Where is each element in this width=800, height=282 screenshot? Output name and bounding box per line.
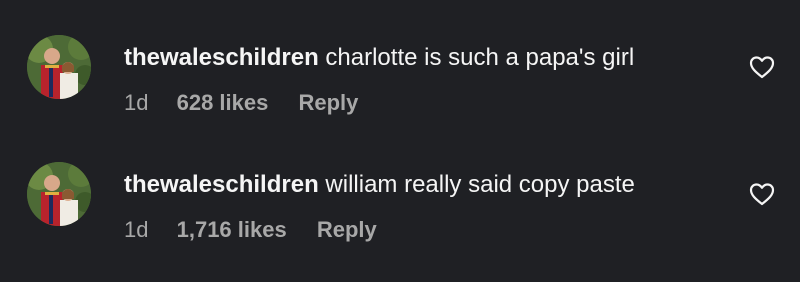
comment-item: thewaleschildren william really said cop… [0, 162, 800, 282]
comment-timestamp[interactable]: 1d [124, 217, 148, 242]
comment-item: thewaleschildren charlotte is such a pap… [0, 35, 800, 155]
reply-button[interactable]: Reply [317, 217, 377, 242]
avatar[interactable] [27, 35, 91, 99]
heart-icon[interactable] [749, 182, 775, 206]
comment-line: thewaleschildren william really said cop… [124, 170, 635, 200]
comment-text: charlotte is such a papa's girl [325, 44, 635, 71]
comment-meta: 1d 1,716 likes Reply [124, 216, 377, 244]
reply-button[interactable]: Reply [298, 90, 358, 115]
comment-line: thewaleschildren charlotte is such a pap… [124, 43, 634, 73]
comment-username[interactable]: thewaleschildren [124, 44, 319, 71]
avatar-photo-icon [27, 162, 91, 226]
comment-likes-count[interactable]: 628 likes [177, 90, 269, 115]
avatar-photo-icon [27, 35, 91, 99]
comment-text: william really said copy paste [325, 171, 635, 198]
heart-icon[interactable] [749, 55, 775, 79]
avatar[interactable] [27, 162, 91, 226]
comment-username[interactable]: thewaleschildren [124, 171, 319, 198]
comment-meta: 1d 628 likes Reply [124, 89, 358, 117]
comment-likes-count[interactable]: 1,716 likes [177, 217, 287, 242]
comment-timestamp[interactable]: 1d [124, 90, 148, 115]
